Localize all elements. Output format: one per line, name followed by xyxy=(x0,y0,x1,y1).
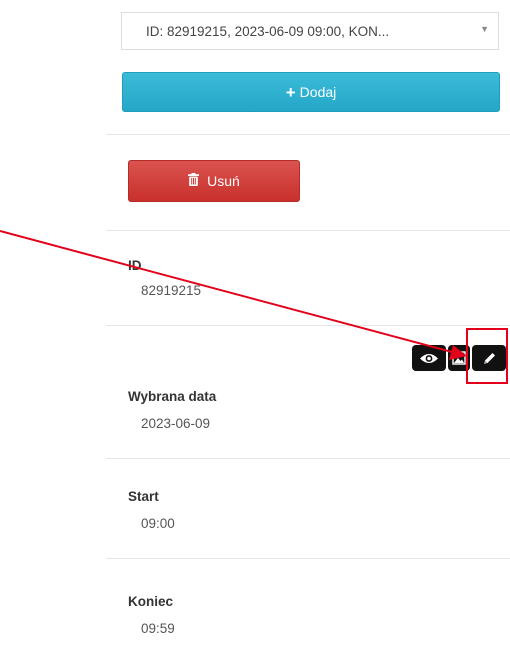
start-value: 09:00 xyxy=(141,516,175,531)
id-label: ID xyxy=(128,258,142,273)
chevron-down-icon: ▼ xyxy=(480,24,489,34)
divider xyxy=(106,558,510,559)
end-value: 09:59 xyxy=(141,621,175,636)
divider xyxy=(106,230,510,231)
plus-icon: + xyxy=(285,82,296,102)
add-button[interactable]: + Dodaj xyxy=(122,72,500,112)
id-value: 82919215 xyxy=(141,283,202,298)
trash-icon xyxy=(188,173,200,189)
add-button-label: Dodaj xyxy=(299,84,337,100)
start-label: Start xyxy=(128,489,159,504)
divider xyxy=(106,458,510,459)
eye-icon[interactable] xyxy=(412,345,446,371)
reservation-select-value: ID: 82919215, 2023-06-09 09:00, KON... xyxy=(146,23,390,39)
date-label: Wybrana data xyxy=(128,389,217,404)
delete-button-label: Usuń xyxy=(207,173,240,189)
page: ID: 82919215, 2023-06-09 09:00, KON... ▼… xyxy=(0,0,510,657)
divider xyxy=(106,134,510,135)
divider xyxy=(106,325,510,326)
delete-button[interactable]: Usuń xyxy=(128,160,300,202)
date-value: 2023-06-09 xyxy=(141,416,211,431)
end-label: Koniec xyxy=(128,594,174,609)
reservation-select[interactable]: ID: 82919215, 2023-06-09 09:00, KON... ▼ xyxy=(121,12,499,50)
annotation-highlight-box xyxy=(466,328,508,384)
